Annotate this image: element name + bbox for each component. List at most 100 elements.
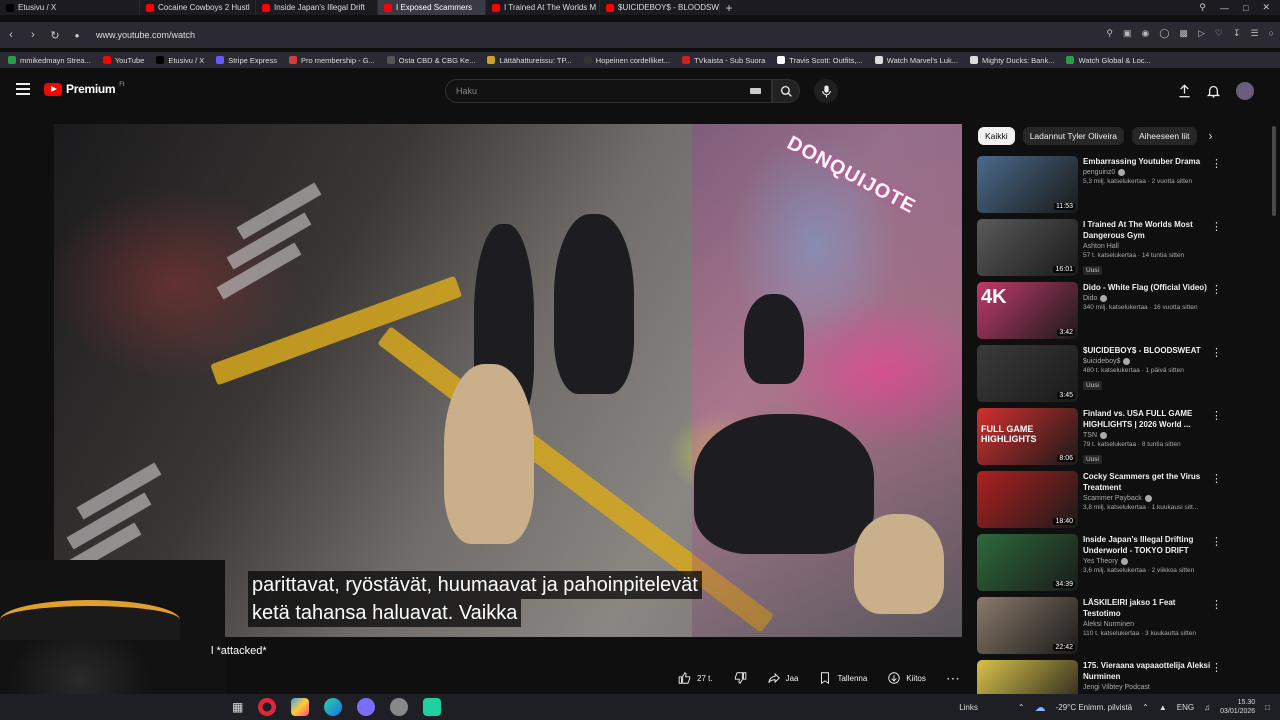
dislike-button[interactable] [727,667,753,689]
url-field[interactable]: www.youtube.com/watch [96,30,195,40]
edge-icon[interactable] [324,698,343,716]
weather-label[interactable]: -29°C Enimm. pilvistä [1056,703,1133,712]
channel-name[interactable]: Scammer Payback [1083,495,1142,502]
channel-name[interactable]: Aleksi Nurminen [1083,621,1134,628]
video-thumbnail[interactable]: 4K 3:42 [977,282,1078,339]
recommendation-item[interactable]: FULL GAME HIGHLIGHTS 8:06 Finland vs. USA … [977,408,1267,471]
browser-tab[interactable]: I Exposed Scammers [378,0,486,15]
browser-tab[interactable]: Cocaine Cowboys 2 Hustl [140,0,256,15]
video-title[interactable]: I Trained At The Worlds Most Dangerous G… [1083,219,1213,241]
like-button[interactable]: 27 t. [672,667,719,689]
filter-chip[interactable]: Aiheeseen liit [1131,127,1197,145]
channel-name[interactable]: Ashton Hall [1083,243,1119,250]
filter-chip[interactable]: Ladannut Tyler Oliveira [1022,127,1124,145]
video-title[interactable]: Embarrassing Youtuber Drama [1083,156,1213,167]
close-icon[interactable]: ✕ [1262,2,1270,13]
browser-tab[interactable]: I Trained At The Worlds M [486,0,600,15]
more-actions-icon[interactable]: ⋯ [940,667,967,689]
bookmark-item[interactable]: Mighty Ducks: Bank... [969,56,1054,65]
heart-icon[interactable]: ♡ [1215,28,1223,39]
video-title[interactable]: Finland vs. USA FULL GAME HIGHLIGHTS | 2… [1083,408,1213,430]
avatar[interactable] [1236,82,1254,100]
links-label[interactable]: Links [959,703,978,712]
video-thumbnail[interactable]: 16:01 [977,219,1078,276]
reload-icon[interactable]: ↻ [44,29,66,42]
new-tab-button[interactable]: + [720,1,738,15]
bookmark-item[interactable]: mmikedmayn Strea... [8,56,91,65]
video-title[interactable]: Cocky Scammers get the Virus Treatment [1083,471,1213,493]
youtube-logo[interactable]: Premium FI [44,82,125,96]
bookmark-item[interactable]: TVkaista - Sub Suora [681,56,765,65]
play-icon[interactable]: ▷ [1198,28,1205,39]
more-options-icon[interactable]: ⋮ [1211,285,1222,296]
shield-icon[interactable]: ◯ [1159,28,1169,39]
browser-tab[interactable]: $UICIDEBOY$ - BLOODSW [600,0,720,15]
video-thumbnail[interactable]: 22:42 [977,597,1078,654]
language-indicator[interactable]: ENG [1177,703,1194,712]
share-button[interactable]: Jaa [761,667,805,689]
volume-icon[interactable]: ♫ [1204,703,1210,712]
chevron-right-icon[interactable]: › [1209,129,1213,143]
upload-icon[interactable] [1178,84,1191,98]
camera-icon[interactable]: ◉ [1141,28,1149,39]
terminal-icon[interactable] [423,698,442,716]
filter-chip[interactable]: Kaikki [978,127,1015,145]
maximize-icon[interactable]: □ [1243,3,1248,13]
bookmark-item[interactable]: Etusivu / X [156,56,204,65]
video-title[interactable]: Inside Japan's Illegal Drifting Underwor… [1083,534,1213,556]
voice-search-button[interactable] [814,79,838,103]
video-thumbnail[interactable]: 11:53 [977,156,1078,213]
channel-name[interactable]: Yes Theory [1083,558,1118,565]
video-thumbnail[interactable]: FULL GAME HIGHLIGHTS 8:06 [977,408,1078,465]
more-options-icon[interactable]: ⋮ [1211,348,1222,359]
search-icon[interactable]: ⚲ [1199,2,1206,13]
video-title[interactable]: 175. Vieraana vapaaottelija Aleksi Nurmi… [1083,660,1213,682]
video-title[interactable]: $UICIDEBOY$ - BLOODSWEAT [1083,345,1213,356]
search-input[interactable] [446,80,726,102]
more-options-icon[interactable]: ⋮ [1211,600,1222,611]
more-options-icon[interactable]: ⋮ [1211,159,1222,170]
discord-icon[interactable] [357,698,376,716]
menu-icon[interactable]: ☰ [1250,28,1258,39]
notifications-icon[interactable]: □ [1265,703,1270,712]
back-icon[interactable]: ‹ [0,29,22,41]
more-options-icon[interactable]: ⋮ [1211,537,1222,548]
hamburger-menu-icon[interactable] [16,83,30,95]
recommendation-item[interactable]: 4K 3:42 Dido - White Flag (Official Video)… [977,282,1267,345]
network-icon[interactable]: ▲ [1159,703,1167,712]
video-thumbnail[interactable]: 3:45 [977,345,1078,402]
channel-name[interactable]: penguinz0 [1083,169,1115,176]
clock[interactable]: 15.30 03/01/2026 [1220,698,1255,716]
browser-tab[interactable]: Inside Japan's Illegal Drift [256,0,378,15]
recommendation-item[interactable]: 11:53 Embarrassing Youtuber Drama penguinz… [977,156,1267,219]
channel-name[interactable]: $uicideboy$ [1083,358,1120,365]
page-scrollbar[interactable] [1272,126,1276,216]
extensions-icon[interactable]: ▩ [1179,28,1188,39]
chevron-up-icon[interactable]: ⌃ [1142,703,1149,712]
channel-name[interactable]: TSN [1083,432,1097,439]
profile-icon[interactable]: ○ [1269,28,1274,39]
more-options-icon[interactable]: ⋮ [1211,411,1222,422]
channel-name[interactable]: Dido [1083,295,1097,302]
bookmark-item[interactable]: Lättähattureissu: TP... [487,56,572,65]
more-options-icon[interactable]: ⋮ [1211,663,1222,674]
paint-icon[interactable] [291,698,310,716]
task-view-icon[interactable]: ▦ [232,700,243,714]
notifications-bell-icon[interactable] [1207,84,1220,98]
recommendation-item[interactable]: 3:45 $UICIDEBOY$ - BLOODSWEAT $uicideboy$ 4… [977,345,1267,408]
video-thumbnail[interactable]: 18:40 [977,471,1078,528]
bookmark-item[interactable]: YouTube [102,56,144,65]
forward-icon[interactable]: › [22,29,44,41]
save-button[interactable]: Tallenna [812,667,873,689]
minimize-icon[interactable]: — [1220,3,1229,13]
bookmark-item[interactable]: Watch Marvel's Luk... [874,56,958,65]
more-options-icon[interactable]: ⋮ [1211,222,1222,233]
bookmark-item[interactable]: Pro membership - G... [288,56,375,65]
bookmark-item[interactable]: Stripe Express [216,56,277,65]
video-title[interactable]: LÄSKILEIRI jakso 1 Feat Testotimo [1083,597,1213,619]
bookmark-item[interactable]: Hopeinen cordelliket... [583,56,670,65]
search-icon[interactable]: ⚲ [1106,28,1113,39]
bookmark-item[interactable]: Travis Scott: Outfits,... [777,56,863,65]
opera-icon[interactable] [258,698,277,716]
share-icon[interactable]: ▣ [1123,28,1132,39]
